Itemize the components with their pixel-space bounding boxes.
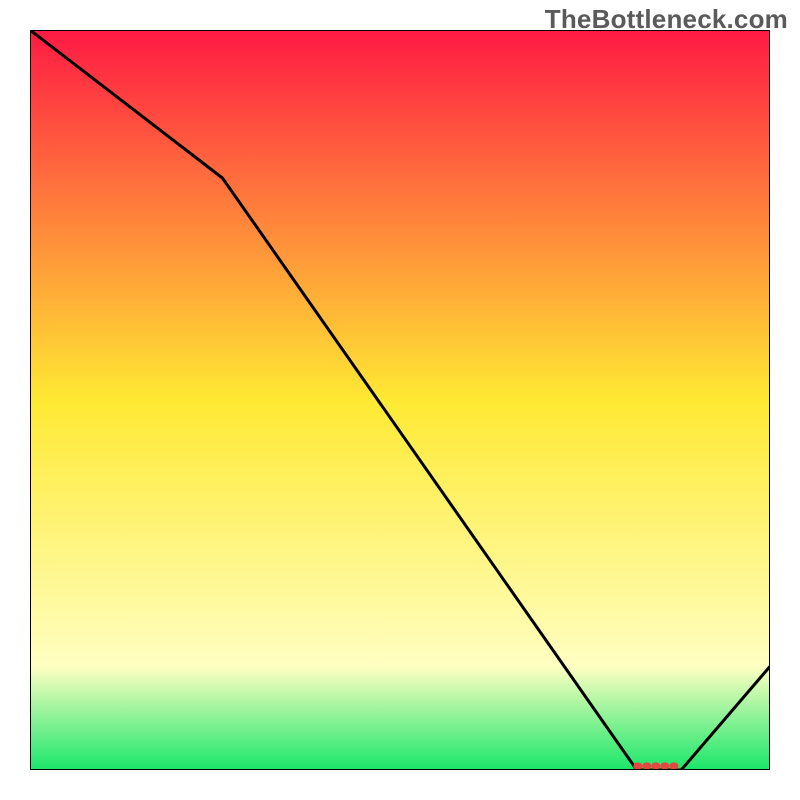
plot-area — [30, 30, 770, 770]
gradient-background — [30, 30, 770, 770]
bottleneck-chart-svg — [30, 30, 770, 770]
chart-container: TheBottleneck.com — [0, 0, 800, 800]
